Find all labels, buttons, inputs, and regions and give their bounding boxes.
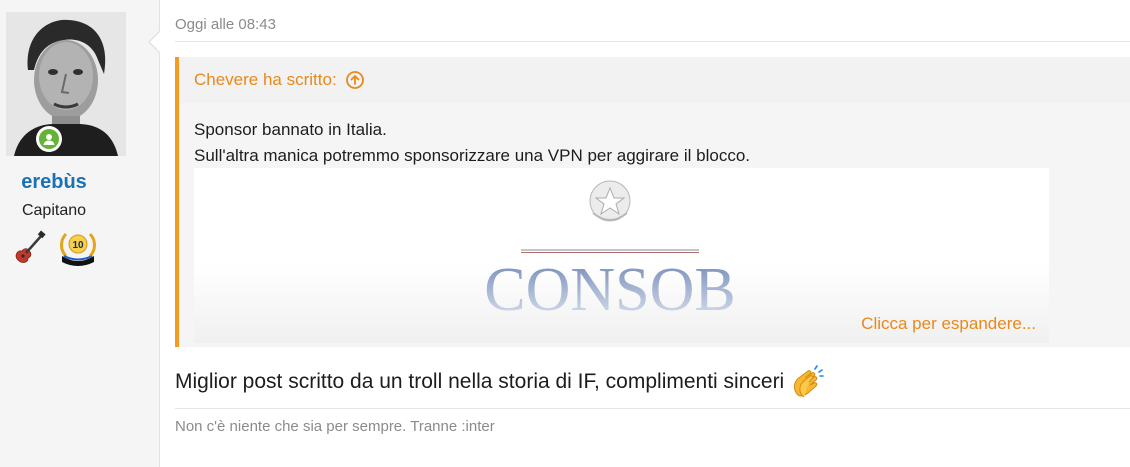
laurel-badge-icon[interactable]: 10 [58,230,98,266]
avatar[interactable] [6,12,126,156]
user-column: erebùs Capitano 10 [0,0,160,467]
user-signature: Non c'è niente che sia per sempre. Trann… [175,418,495,435]
avatar-photo-icon [6,12,126,156]
consob-logo-text: CONSOB [484,256,736,324]
user-icon [43,134,55,145]
user-title: Capitano [21,202,87,219]
online-status-indicator [36,126,62,152]
post-message: Miglior post scritto da un troll nella s… [175,365,825,399]
quote-author[interactable]: Chevere ha scritto: [194,70,337,90]
quote-block: Chevere ha scritto: Sponsor bannato in I… [175,57,1130,347]
quote-body: Sponsor bannato in Italia. Sull'altra ma… [179,103,1130,169]
quote-line: Sull'altra manica potremmo sponsorizzare… [194,146,751,165]
message-pointer [148,30,161,54]
post-date[interactable]: Oggi alle 08:43 [175,16,276,33]
expand-quote-link[interactable]: Clicca per espandere... [861,314,1036,334]
username-link[interactable]: erebùs [0,171,108,194]
avatar-container[interactable] [6,12,126,156]
clapping-hands-icon [794,365,825,398]
message-text: Miglior post scritto da un troll nella s… [175,370,785,393]
divider [175,41,1130,42]
quote-line: Sponsor bannato in Italia. [194,120,387,139]
signature-divider [175,408,1130,409]
badge-number: 10 [72,240,84,251]
trophy-badges: 10 [12,230,102,266]
quote-header[interactable]: Chevere ha scritto: [179,57,1130,103]
jump-to-quote-icon[interactable] [345,70,365,90]
